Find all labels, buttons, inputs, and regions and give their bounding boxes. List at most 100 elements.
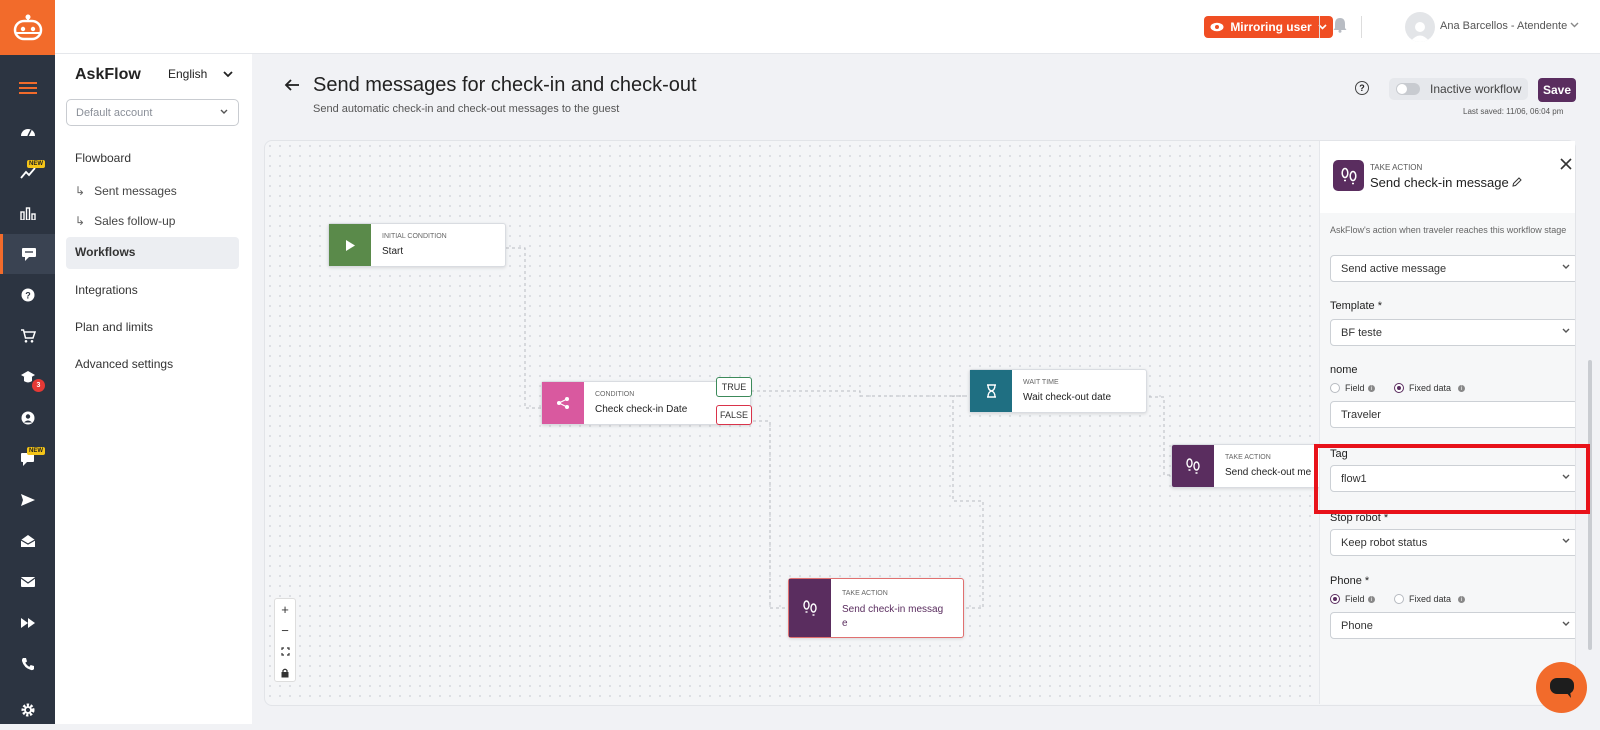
flow-node-start[interactable]: INITIAL CONDITION Start bbox=[328, 223, 506, 267]
false-branch-label[interactable]: FALSE bbox=[716, 405, 752, 425]
radio-label: Fixed data bbox=[1409, 383, 1452, 393]
node-name: Send check-in messag e bbox=[842, 604, 944, 629]
sub-arrow-icon: ↳ bbox=[75, 214, 86, 228]
user-icon[interactable] bbox=[0, 398, 55, 438]
footsteps-icon bbox=[1172, 445, 1214, 487]
page-title: Send messages for check-in and check-out bbox=[313, 74, 697, 96]
menu-icon[interactable] bbox=[0, 68, 55, 108]
cart-icon[interactable] bbox=[0, 316, 55, 356]
action-description: AskFlow's action when traveler reaches t… bbox=[1330, 225, 1567, 235]
bar-chart-icon[interactable] bbox=[0, 193, 55, 233]
info-icon: i bbox=[1458, 596, 1465, 603]
tag-select[interactable]: flow1 bbox=[1330, 465, 1575, 492]
stop-robot-label: Stop robot * bbox=[1330, 512, 1389, 524]
workflow-active-toggle[interactable]: Inactive workflow bbox=[1389, 78, 1528, 100]
node-name: Wait check-out date bbox=[1023, 392, 1112, 403]
info-icon: i bbox=[1368, 596, 1375, 603]
node-kind: CONDITION bbox=[595, 391, 635, 398]
stop-robot-select[interactable]: Keep robot status bbox=[1330, 529, 1575, 556]
toggle-label: Inactive workflow bbox=[1430, 82, 1522, 96]
trend-icon[interactable]: NEW bbox=[0, 152, 55, 192]
new-badge: NEW bbox=[27, 447, 45, 455]
flow-node-wait-time[interactable]: WAIT TIME Wait check-out date bbox=[969, 369, 1147, 413]
lock-icon[interactable] bbox=[275, 662, 295, 683]
panel-scrollbar[interactable] bbox=[1588, 360, 1592, 650]
sidebar-item-advanced-settings[interactable]: Advanced settings bbox=[66, 349, 239, 379]
sidebar-item-label: Flowboard bbox=[75, 151, 132, 165]
sidebar-item-integrations[interactable]: Integrations bbox=[66, 275, 239, 305]
phone-select[interactable]: Phone bbox=[1330, 612, 1575, 639]
nome-input[interactable]: Traveler bbox=[1330, 401, 1575, 428]
mirroring-user-button[interactable]: Mirroring user bbox=[1204, 16, 1333, 38]
play-icon bbox=[329, 224, 371, 266]
chat-support-button[interactable] bbox=[1536, 662, 1587, 713]
true-branch-label[interactable]: TRUE bbox=[716, 377, 752, 397]
node-kind: WAIT TIME bbox=[1023, 379, 1059, 386]
phone-field-radio[interactable] bbox=[1330, 594, 1340, 604]
panel-header: TAKE ACTION Send check-in message bbox=[1320, 141, 1575, 213]
brand-title: AskFlow bbox=[75, 66, 141, 83]
phone-select-value: Phone bbox=[1341, 620, 1373, 632]
flow-node-send-check-out[interactable]: TAKE ACTION Send check-out me bbox=[1171, 444, 1321, 488]
mail-icon[interactable] bbox=[0, 562, 55, 602]
sidebar-item-sales-follow-up[interactable]: ↳ Sales follow-up bbox=[66, 206, 239, 236]
sidebar-item-label: Plan and limits bbox=[75, 320, 154, 334]
sidebar-item-flowboard[interactable]: Flowboard bbox=[66, 143, 239, 173]
account-select[interactable]: Default account bbox=[66, 99, 239, 126]
workflows-icon[interactable] bbox=[0, 234, 55, 274]
robot-logo-icon[interactable] bbox=[0, 0, 55, 55]
dashboard-icon[interactable] bbox=[0, 111, 55, 151]
template-select[interactable]: BF teste bbox=[1330, 319, 1575, 346]
chevron-down-icon bbox=[220, 106, 228, 118]
template-label: Template * bbox=[1330, 300, 1382, 312]
sidebar-item-workflows[interactable]: Workflows bbox=[66, 237, 239, 269]
back-arrow-icon[interactable] bbox=[284, 76, 300, 97]
sidebar-item-sent-messages[interactable]: ↳ Sent messages bbox=[66, 176, 239, 206]
bell-icon[interactable] bbox=[1333, 17, 1353, 37]
help-icon[interactable]: ? bbox=[0, 275, 55, 315]
chevron-down-icon[interactable] bbox=[1570, 20, 1579, 31]
inbox-icon[interactable] bbox=[0, 521, 55, 561]
split-icon bbox=[542, 382, 584, 424]
action-select[interactable]: Send active message bbox=[1330, 255, 1575, 282]
phone-fixed-data-radio[interactable] bbox=[1394, 594, 1404, 604]
fast-forward-icon[interactable] bbox=[0, 603, 55, 643]
hourglass-icon bbox=[970, 370, 1012, 412]
help-icon[interactable]: ? bbox=[1355, 81, 1369, 95]
panel-node-name-text: Send check-in message bbox=[1370, 175, 1509, 190]
close-icon[interactable] bbox=[1560, 155, 1572, 175]
panel-node-name[interactable]: Send check-in message bbox=[1370, 175, 1523, 190]
svg-text:?: ? bbox=[25, 291, 31, 301]
zoom-out-icon[interactable]: − bbox=[275, 620, 295, 641]
top-bar: Mirroring user Ana Barcellos - Atendente bbox=[55, 0, 1600, 54]
fit-view-icon[interactable] bbox=[275, 641, 295, 662]
node-kind: INITIAL CONDITION bbox=[382, 233, 447, 240]
stop-robot-select-value: Keep robot status bbox=[1341, 537, 1428, 549]
chevron-down-icon bbox=[1562, 326, 1570, 336]
nome-field-radio[interactable] bbox=[1330, 383, 1340, 393]
footsteps-icon bbox=[789, 579, 831, 637]
pencil-icon[interactable] bbox=[1512, 177, 1523, 187]
zoom-controls: + − bbox=[274, 598, 296, 682]
sidebar-item-label: Integrations bbox=[75, 283, 138, 297]
settings-icon[interactable] bbox=[0, 690, 55, 730]
nome-fixed-data-radio[interactable] bbox=[1394, 383, 1404, 393]
sidebar-item-plan-and-limits[interactable]: Plan and limits bbox=[66, 312, 239, 342]
zoom-in-icon[interactable]: + bbox=[275, 599, 295, 620]
user-name[interactable]: Ana Barcellos - Atendente bbox=[1440, 20, 1567, 32]
flow-node-send-check-in[interactable]: TAKE ACTION Send check-in messag e bbox=[788, 578, 964, 638]
save-button[interactable]: Save bbox=[1538, 78, 1576, 102]
count-badge: 3 bbox=[32, 379, 45, 392]
page-subtitle: Send automatic check-in and check-out me… bbox=[313, 103, 620, 115]
panel-kind: TAKE ACTION bbox=[1370, 163, 1423, 172]
chat-bubble-icon bbox=[1549, 677, 1574, 698]
phone-icon[interactable] bbox=[0, 644, 55, 684]
graduation-icon[interactable]: 3 bbox=[0, 357, 55, 397]
avatar[interactable] bbox=[1405, 12, 1435, 42]
chevron-down-icon bbox=[1562, 262, 1570, 272]
language-select[interactable]: English bbox=[168, 67, 233, 81]
sidebar-item-label: Advanced settings bbox=[75, 357, 174, 371]
toggle-switch[interactable] bbox=[1396, 83, 1420, 95]
send-icon[interactable] bbox=[0, 480, 55, 520]
chat-icon[interactable]: NEW bbox=[0, 439, 55, 479]
